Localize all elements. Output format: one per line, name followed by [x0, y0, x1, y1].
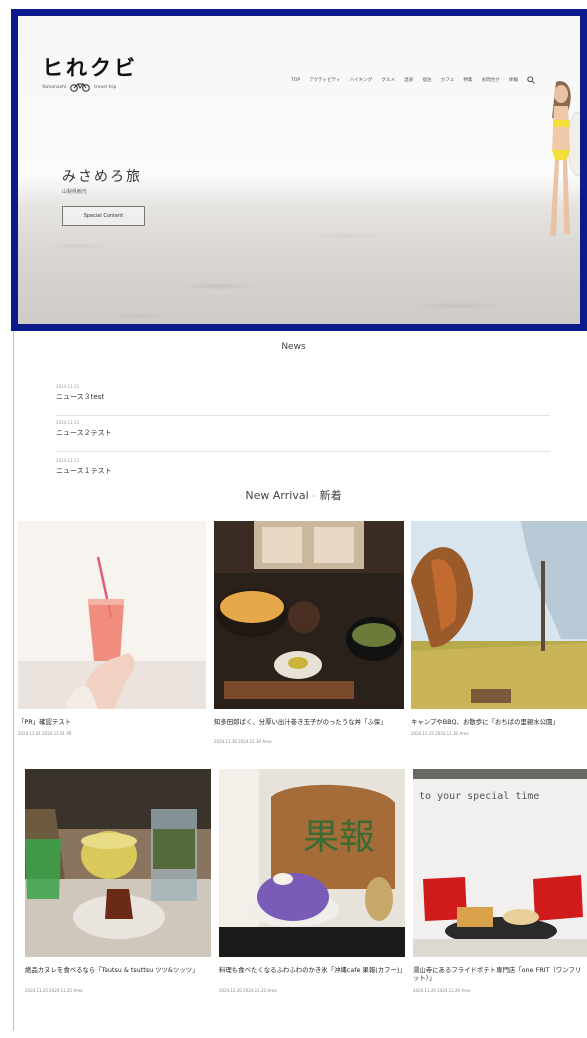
nav-item[interactable]: TOP — [291, 78, 300, 83]
article-meta: 2024.11.30 2024.11.30 Area — [214, 739, 272, 744]
article-thumbnail[interactable] — [411, 521, 587, 709]
nav-item[interactable]: 温泉 — [404, 77, 413, 83]
bicycle-icon — [70, 83, 90, 92]
site-logo[interactable]: ヒれクビ Yamanashi travel trip — [42, 56, 138, 92]
news-date: 2024.11.13 — [56, 420, 79, 425]
article-meta: 2024.12.01 2024.12.01 PR — [18, 731, 72, 736]
article-card[interactable]: to your special time 湯山寺にあるフライドポテト専門店「on… — [413, 769, 587, 1001]
logo-sub-left: Yamanashi — [42, 84, 67, 90]
hero-subtitle: 山梨県観光 — [62, 189, 88, 195]
nav-item[interactable]: カフェ — [441, 77, 455, 83]
news-link[interactable]: ニュース３test — [56, 392, 550, 402]
news-item[interactable]: 2024.11.13 ニュース２テスト — [56, 416, 550, 452]
side-border — [13, 331, 14, 1031]
article-meta: 2024.11.20 2024.11.20 Area — [413, 988, 471, 993]
article-card[interactable]: 果報 料理も食べたくなるふわふわのかき氷「沖縄cafe 果報(カフー)」 202… — [219, 769, 405, 1001]
logo-text: ヒれクビ — [42, 56, 138, 80]
article-title[interactable]: キャンプやBBQ、お散歩に「おちばの里親水公園」 — [411, 718, 587, 728]
nav-item[interactable]: グルメ — [381, 77, 395, 83]
article-thumbnail[interactable] — [214, 521, 404, 709]
article-card[interactable]: 知多田郎ばく、分厚い出汁巻き玉子がのったうな丼「ふ保」 2024.11.30 2… — [214, 521, 404, 746]
news-item[interactable]: 2024.11.13 ニュース３test — [56, 380, 550, 416]
nav-item[interactable]: 体験 — [509, 77, 518, 83]
news-date: 2024.11.13 — [56, 384, 79, 389]
beach-figure-image — [550, 81, 580, 236]
heading-separator: - — [312, 489, 320, 502]
article-card[interactable]: キャンプやBBQ、お散歩に「おちばの里親水公園」 2024.11.25 2024… — [411, 521, 587, 746]
article-title[interactable]: 料理も食べたくなるふわふわのかき氷「沖縄cafe 果報(カフー)」 — [219, 966, 405, 982]
article-card[interactable]: 絶品カヌレを食べるなら「Tsutsu & tsuttsu ツツ&ツッツ」 202… — [25, 769, 211, 1001]
main-nav: TOP アクティビティ ハイキング グルメ 温泉 宿泊 カフェ 特集 お問合せ … — [291, 76, 535, 84]
logo-tagline: Yamanashi travel trip — [42, 82, 138, 92]
article-meta: 2024.11.20 2024.11.20 Area — [219, 988, 277, 993]
article-card[interactable]: 「PR」確認テスト 2024.12.01 2024.12.01 PR — [18, 521, 206, 746]
svg-text:to your special time: to your special time — [419, 791, 539, 802]
logo-sub-right: travel trip — [94, 84, 117, 90]
news-item[interactable]: 2024.11.13 ニュース１テスト — [56, 454, 550, 484]
article-title[interactable]: 湯山寺にあるフライドポテト専門店「one FRIT（ワンフリット）」 — [413, 966, 587, 982]
article-thumbnail[interactable]: 果報 — [219, 769, 405, 957]
hero-banner: ヒれクビ Yamanashi travel trip TOP アクティビティ ハ… — [11, 9, 587, 331]
article-meta: 2024.11.25 2024.11.25 Area — [25, 988, 83, 993]
new-arrival-heading: New Arrival - 新着 — [0, 487, 587, 503]
nav-item[interactable]: アクティビティ — [309, 77, 340, 83]
news-heading: News — [281, 342, 306, 352]
article-title[interactable]: 知多田郎ばく、分厚い出汁巻き玉子がのったうな丼「ふ保」 — [214, 718, 404, 734]
nav-item[interactable]: 特集 — [463, 77, 472, 83]
news-link[interactable]: ニュース１テスト — [56, 466, 550, 476]
article-title[interactable]: 「PR」確認テスト — [18, 718, 206, 728]
article-thumbnail[interactable]: to your special time — [413, 769, 587, 957]
article-title[interactable]: 絶品カヌレを食べるなら「Tsutsu & tsuttsu ツツ&ツッツ」 — [25, 966, 211, 982]
hero-title: みさめろ旅 — [62, 169, 142, 185]
article-meta: 2024.11.25 2024.11.30 Area — [411, 731, 469, 736]
special-content-button[interactable]: Special Content — [62, 206, 145, 226]
article-thumbnail[interactable] — [25, 769, 211, 957]
news-date: 2024.11.13 — [56, 458, 79, 463]
nav-item[interactable]: お問合せ — [482, 77, 500, 83]
new-arrival-title-en: New Arrival — [245, 489, 309, 502]
new-arrival-title-ja: 新着 — [319, 489, 342, 502]
svg-text:果報: 果報 — [303, 817, 375, 858]
article-thumbnail[interactable] — [18, 521, 206, 709]
nav-item[interactable]: 宿泊 — [422, 77, 431, 83]
nav-item[interactable]: ハイキング — [350, 77, 373, 83]
news-link[interactable]: ニュース２テスト — [56, 428, 550, 438]
